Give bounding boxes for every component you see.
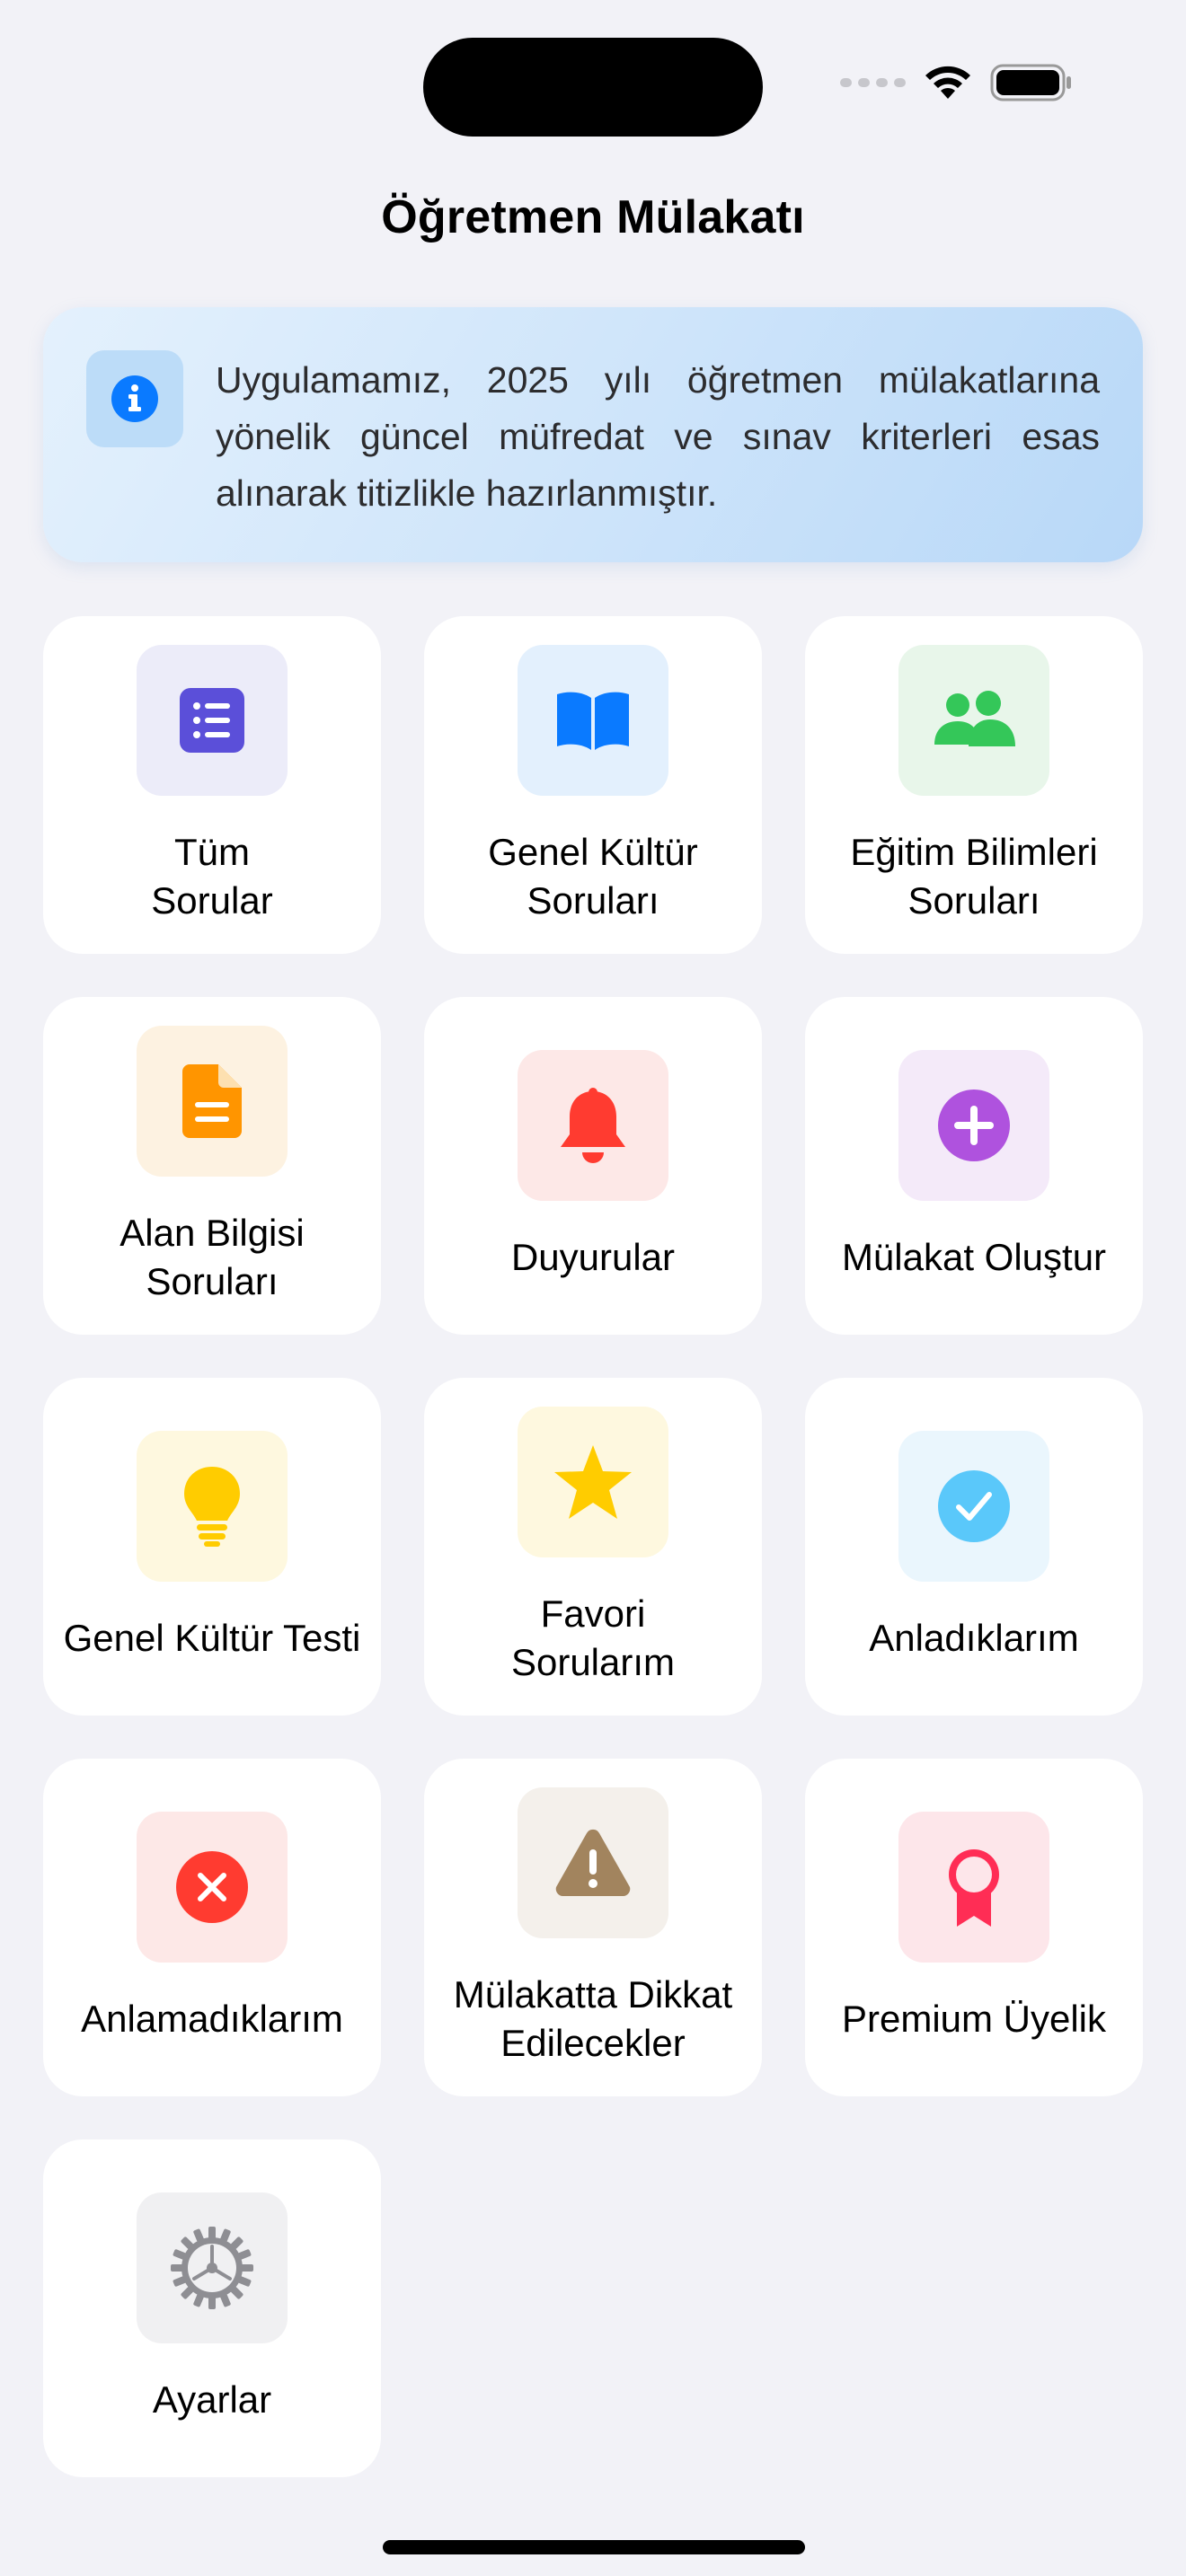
menu-tile-duyurular[interactable]: Duyurular (424, 997, 762, 1335)
people-icon (898, 645, 1049, 796)
list-icon (137, 645, 288, 796)
status-indicators (840, 63, 1073, 102)
menu-tile-label: Anlamadıklarım (81, 1998, 343, 2040)
menu-tile-mulakatta-dikkat-edilecekler[interactable]: Mülakatta Dikkat Edilecekler (424, 1759, 762, 2096)
star-icon (518, 1407, 668, 1557)
menu-tile-label: Anladıklarım (869, 1617, 1079, 1659)
warning-icon (518, 1787, 668, 1938)
menu-tile-label: Premium Üyelik (841, 1998, 1107, 2040)
menu-tile-mulakat-olustur[interactable]: Mülakat Oluştur (805, 997, 1143, 1335)
battery-icon (990, 64, 1071, 101)
menu-tile-ayarlar[interactable]: Ayarlar (43, 2139, 381, 2477)
checkmark-circle-icon (898, 1431, 1049, 1582)
page-title: Öğretmen Mülakatı (381, 191, 805, 243)
menu-tile-label: Genel Kültür Soruları (488, 831, 698, 922)
menu-tile-genel-kultur-sorulari[interactable]: Genel Kültür Soruları (424, 616, 762, 954)
ribbon-icon (898, 1812, 1049, 1963)
gear-icon (137, 2192, 288, 2343)
menu-tile-label: Duyurular (510, 1236, 676, 1278)
menu-tile-premium-uyelik[interactable]: Premium Üyelik (805, 1759, 1143, 2096)
info-icon (111, 375, 158, 422)
menu-tile-label: Eğitim Bilimleri Soruları (850, 831, 1098, 922)
cellular-signal-icon (840, 78, 906, 87)
book-icon (518, 645, 668, 796)
menu-tile-tum-sorular[interactable]: Tüm Sorular (43, 616, 381, 954)
menu-tile-anlamadiklarim[interactable]: Anlamadıklarım (43, 1759, 381, 2096)
document-icon (137, 1026, 288, 1177)
menu-tile-label: Alan Bilgisi Soruları (119, 1212, 305, 1302)
home-indicator[interactable] (383, 2540, 805, 2554)
dynamic-island (423, 38, 763, 137)
menu-tile-genel-kultur-testi[interactable]: Genel Kültür Testi (43, 1378, 381, 1716)
info-banner-text: Uygulamamız, 2025 yılı öğretmen mülakatl… (216, 359, 1100, 514)
info-icon-container (86, 350, 183, 447)
menu-tile-label: Mülakatta Dikkat Edilecekler (453, 1973, 733, 2064)
menu-tile-alan-bilgisi-sorulari[interactable]: Alan Bilgisi Soruları (43, 997, 381, 1335)
plus-circle-icon (898, 1050, 1049, 1201)
menu-tile-label: Favori Sorularım (510, 1592, 676, 1683)
x-circle-icon (137, 1812, 288, 1963)
menu-grid: Tüm Sorular Genel Kültür Soruları Eğitim… (43, 616, 1143, 2477)
status-bar (0, 0, 1186, 153)
bell-icon (518, 1050, 668, 1201)
menu-tile-label: Ayarlar (152, 2378, 272, 2421)
menu-tile-anladiklarim[interactable]: Anladıklarım (805, 1378, 1143, 1716)
info-banner: Uygulamamız, 2025 yılı öğretmen mülakatl… (43, 307, 1143, 562)
menu-tile-label: Tüm Sorular (151, 831, 273, 922)
lightbulb-icon (137, 1431, 288, 1582)
menu-tile-favori-sorularim[interactable]: Favori Sorularım (424, 1378, 762, 1716)
menu-tile-egitim-bilimleri-sorulari[interactable]: Eğitim Bilimleri Soruları (805, 616, 1143, 954)
wifi-icon (925, 66, 970, 99)
menu-tile-label: Genel Kültür Testi (63, 1617, 361, 1659)
menu-tile-label: Mülakat Oluştur (841, 1236, 1107, 1278)
